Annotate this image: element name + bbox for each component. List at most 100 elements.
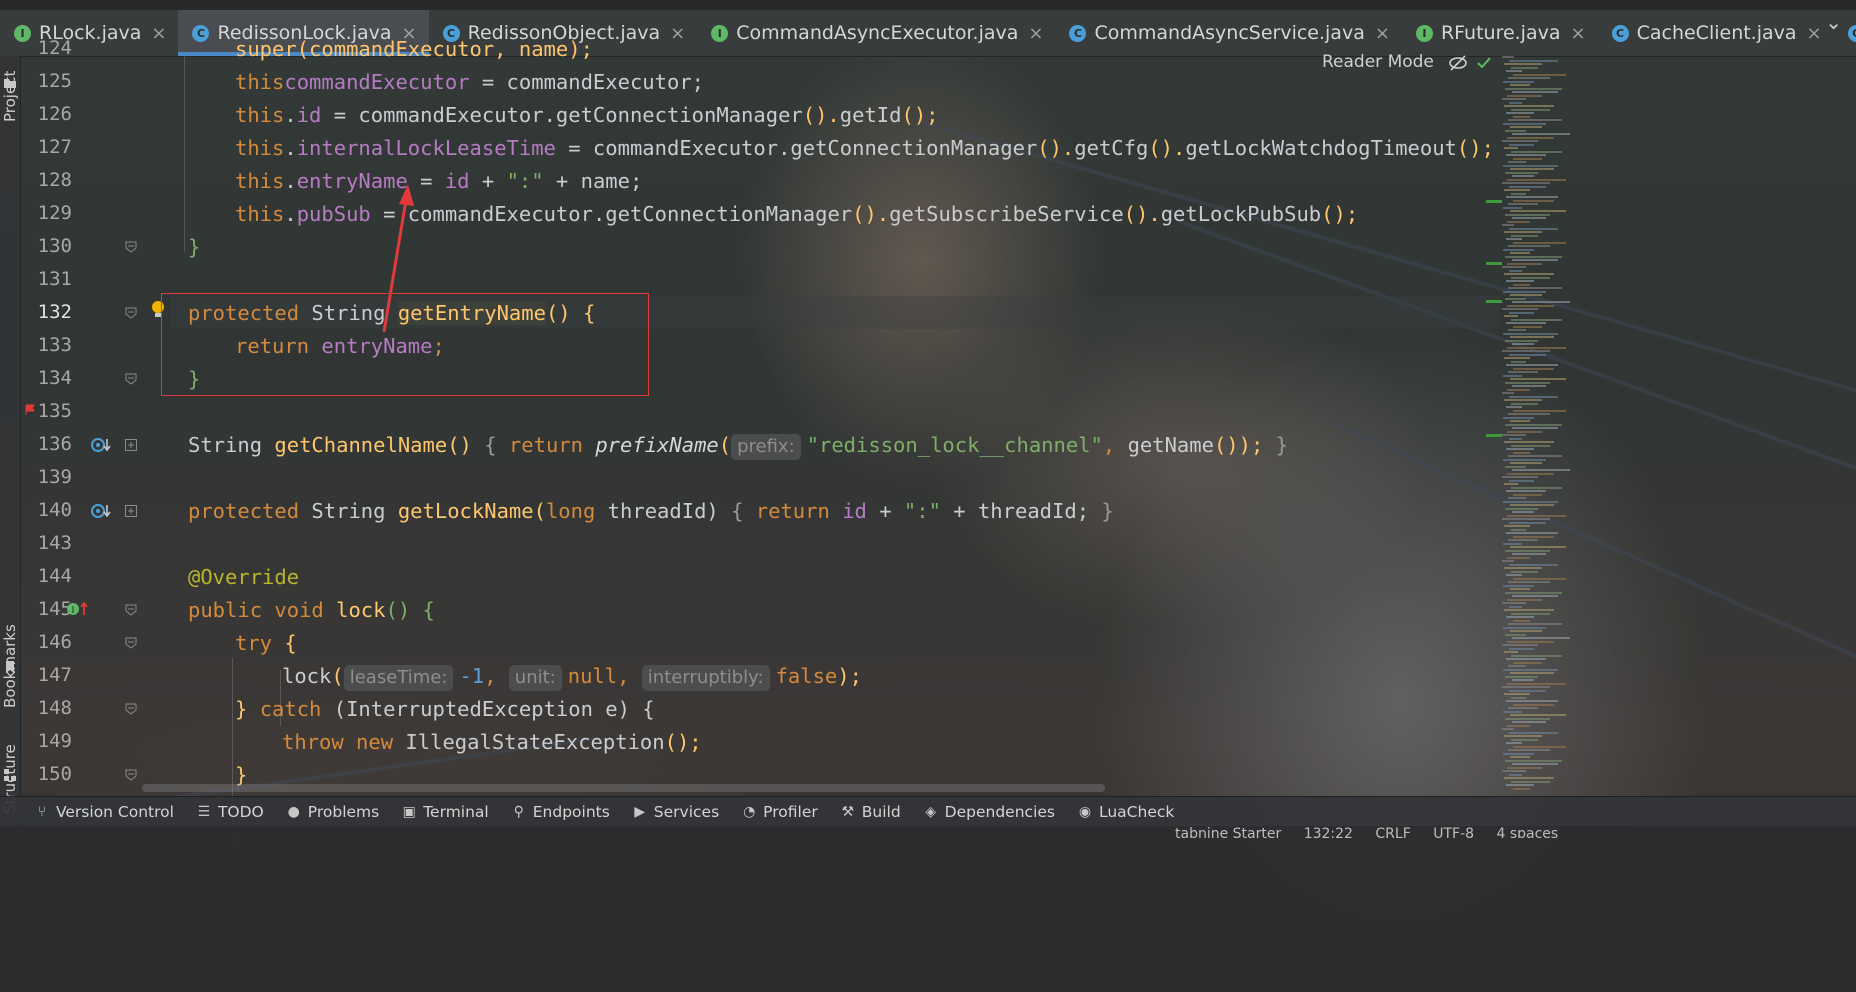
tool-todo[interactable]: ☰ TODO — [196, 803, 264, 821]
profiler-icon: ◔ — [743, 804, 756, 820]
line-number[interactable]: 147 — [20, 664, 72, 686]
line-number[interactable]: 126 — [20, 103, 72, 125]
close-icon[interactable]: × — [1807, 23, 1822, 44]
tab-commandasyncservice-java[interactable]: C CommandAsyncService.java × — [1055, 10, 1401, 56]
collapse-fold-icon[interactable] — [124, 636, 138, 650]
tab-rfuture-java[interactable]: I RFuture.java × — [1402, 10, 1598, 56]
collapse-fold-icon[interactable] — [124, 372, 138, 386]
code-line-126[interactable]: this.id = commandExecutor.getConnectionM… — [235, 99, 939, 132]
minimap-line — [1503, 290, 1546, 293]
status-line-separator[interactable]: CRLF — [1375, 826, 1410, 838]
tool-problems[interactable]: ● Problems — [286, 803, 380, 821]
minimap-line — [1511, 486, 1562, 489]
minimap-line — [1507, 472, 1554, 475]
tool-build[interactable]: ⚒ Build — [840, 803, 901, 821]
collapse-fold-icon[interactable] — [124, 306, 138, 320]
change-marker[interactable] — [1486, 300, 1502, 303]
collapse-fold-icon[interactable] — [124, 240, 138, 254]
code-line-127[interactable]: this.internalLockLeaseTime = commandExec… — [235, 132, 1494, 165]
status-position[interactable]: 132:22 — [1304, 826, 1353, 838]
close-icon[interactable]: × — [670, 23, 685, 44]
horizontal-scrollbar[interactable] — [142, 784, 1105, 792]
tool-endpoints[interactable]: ⚲ Endpoints — [511, 803, 610, 821]
line-number[interactable]: 129 — [20, 202, 72, 224]
line-number[interactable]: 144 — [20, 565, 72, 587]
line-number[interactable]: 143 — [20, 532, 72, 554]
tool-services[interactable]: ▶ Services — [632, 803, 719, 821]
code-line-130[interactable]: } — [188, 231, 200, 264]
status-plugin[interactable]: tabnine Starter — [1175, 826, 1281, 838]
line-number[interactable]: 148 — [20, 697, 72, 719]
implemented-method-icon[interactable] — [90, 436, 112, 454]
minimap-line — [1512, 595, 1558, 597]
line-number[interactable]: 133 — [20, 334, 72, 356]
change-marker[interactable] — [1486, 200, 1502, 203]
folder-icon[interactable] — [3, 76, 17, 90]
minimap-line — [1506, 784, 1534, 786]
line-number[interactable]: 139 — [20, 466, 72, 488]
tool-terminal[interactable]: ▣ Terminal — [401, 803, 489, 821]
expand-fold-icon[interactable] — [124, 438, 138, 452]
line-number[interactable]: 146 — [20, 631, 72, 653]
code-line-149[interactable]: throw new IllegalStateException(); — [282, 726, 702, 759]
close-icon[interactable]: × — [1028, 23, 1043, 44]
code-line-124[interactable]: super(commandExecutor, name); — [235, 33, 593, 66]
minimap-line — [1510, 84, 1530, 86]
minimap-line — [1508, 749, 1550, 751]
status-indent[interactable]: 4 spaces — [1496, 826, 1558, 838]
code-line-148[interactable]: } catch (InterruptedException e) { — [235, 693, 655, 726]
bookmark-icon[interactable] — [3, 660, 17, 674]
line-number[interactable]: 128 — [20, 169, 72, 191]
code-line-145[interactable]: public void lock() { — [188, 594, 435, 627]
line-number[interactable]: 132 — [20, 301, 72, 323]
error-flag-icon[interactable] — [24, 404, 36, 416]
code-line-140[interactable]: protected String getLockName(long thread… — [188, 495, 1114, 528]
status-encoding[interactable]: UTF-8 — [1433, 826, 1474, 838]
code-line-147[interactable]: lock(leaseTime: -1, unit: null, interrupti… — [282, 660, 862, 693]
close-icon[interactable]: × — [1571, 23, 1586, 44]
structure-icon[interactable] — [3, 768, 17, 782]
change-marker[interactable] — [1486, 262, 1502, 265]
code-line-128[interactable]: this.entryName = id + ":" + name; — [235, 165, 642, 198]
code-line-129[interactable]: this.pubSub = commandExecutor.getConnect… — [235, 198, 1358, 231]
line-number[interactable]: 136 — [20, 433, 72, 455]
line-number[interactable]: 149 — [20, 730, 72, 752]
minimap-line — [1508, 161, 1526, 163]
line-number[interactable]: 140 — [20, 499, 72, 521]
line-number[interactable]: 127 — [20, 136, 72, 158]
tool-label: Build — [861, 803, 901, 821]
code-line-144[interactable]: @Override — [188, 561, 299, 594]
line-number[interactable]: 131 — [20, 268, 72, 290]
close-icon[interactable]: × — [151, 23, 166, 44]
change-marker[interactable] — [1486, 434, 1502, 437]
line-number[interactable]: 150 — [20, 763, 72, 785]
tab-cacheclient-java[interactable]: C CacheClient.java × — [1598, 10, 1834, 56]
code-line-146[interactable]: try { — [235, 627, 297, 660]
line-number[interactable]: 145 — [20, 598, 72, 620]
close-icon[interactable]: × — [1375, 23, 1390, 44]
minimap-line — [1508, 539, 1538, 541]
collapse-fold-icon[interactable] — [124, 702, 138, 716]
tool-luacheck[interactable]: ◉ LuaCheck — [1077, 803, 1174, 821]
implemented-method-icon[interactable] — [90, 502, 112, 520]
collapse-fold-icon[interactable] — [124, 603, 138, 617]
parameter-hint: prefix: — [731, 434, 801, 460]
status-bar-area — [0, 826, 1856, 992]
reader-mode-toggle[interactable]: Reader Mode — [1322, 52, 1434, 72]
code-line-136[interactable]: String getChannelName() { return prefixN… — [188, 429, 1288, 462]
expand-fold-icon[interactable] — [124, 504, 138, 518]
line-number[interactable]: 134 — [20, 367, 72, 389]
line-number[interactable]: 130 — [20, 235, 72, 257]
code-minimap[interactable] — [1486, 56, 1570, 796]
line-number[interactable]: 124 — [20, 37, 72, 59]
line-number[interactable]: 125 — [20, 70, 72, 92]
tool-dependencies[interactable]: ◈ Dependencies — [923, 803, 1055, 821]
tool-version-control[interactable]: ⑂ Version Control — [34, 803, 174, 821]
code-line-125[interactable]: thiscommandExecutor = commandExecutor; — [235, 66, 704, 99]
implements-method-icon[interactable]: I — [66, 600, 90, 618]
collapse-fold-icon[interactable] — [124, 768, 138, 782]
tool-profiler[interactable]: ◔ Profiler — [741, 803, 818, 821]
chevron-down-icon[interactable]: ⌄ — [1825, 10, 1842, 34]
tab-commandasyncexecutor-java[interactable]: I CommandAsyncExecutor.java × — [697, 10, 1055, 56]
minimap-line — [1503, 80, 1534, 83]
